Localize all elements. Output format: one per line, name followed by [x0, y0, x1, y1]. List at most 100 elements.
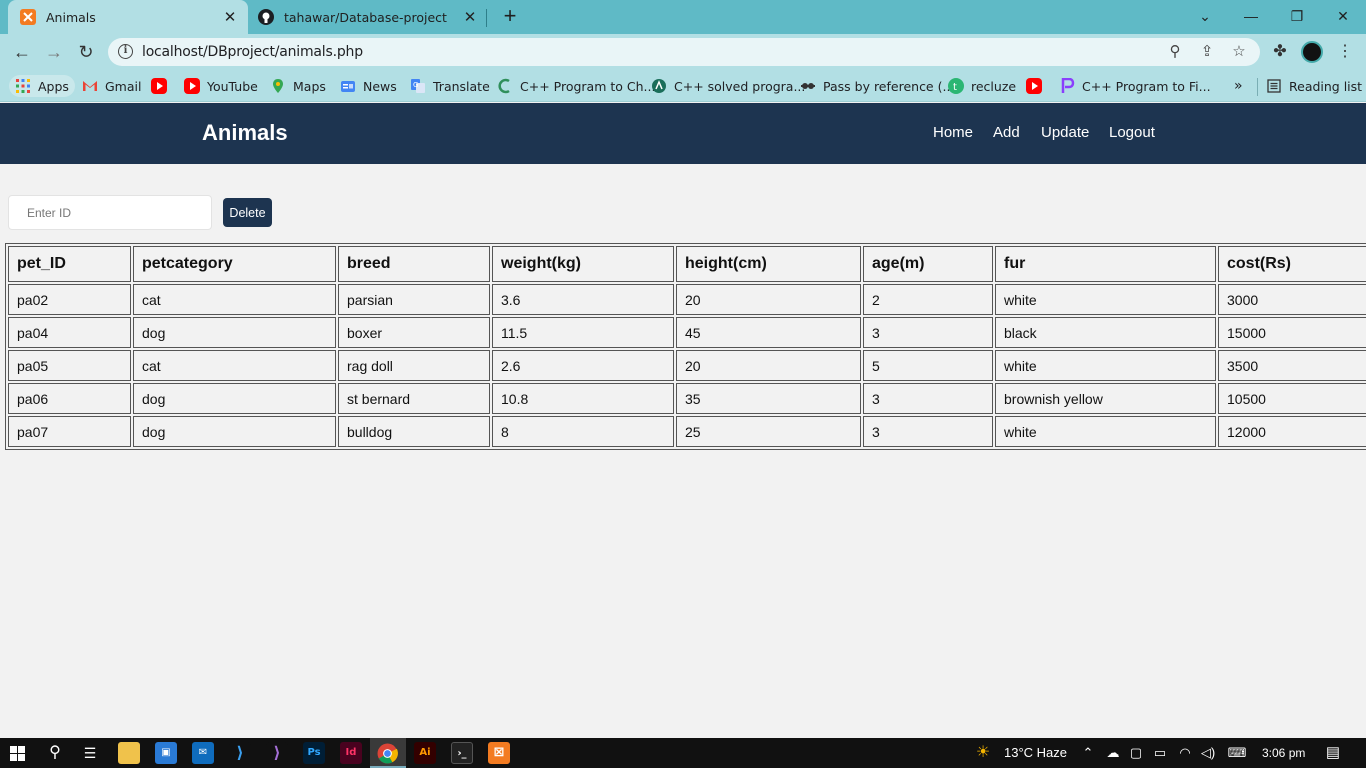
recluze-icon: t — [948, 78, 964, 94]
column-header: petcategory — [133, 246, 336, 282]
nav-add-link[interactable]: Add — [993, 103, 1020, 164]
table-cell: 35 — [676, 383, 861, 414]
table-cell: 2.6 — [492, 350, 674, 381]
photoshop-icon[interactable]: Ps — [303, 742, 325, 764]
profile-avatar[interactable] — [1301, 41, 1323, 63]
xampp-icon[interactable]: ⊠ — [488, 742, 510, 764]
pet-id-input[interactable] — [8, 195, 212, 230]
tab-search-icon[interactable]: ⌄ — [1191, 4, 1219, 28]
bookmark-cpp-solved[interactable]: C++ solved progra... — [651, 75, 805, 97]
bookmark-youtube-1[interactable] — [151, 75, 174, 97]
animals-table-container: pet_ID petcategory breed weight(kg) heig… — [5, 243, 1366, 450]
cpp-program-icon — [1061, 78, 1075, 93]
indesign-icon[interactable]: Id — [340, 742, 362, 764]
close-tab-icon[interactable]: ✕ — [218, 8, 242, 26]
table-cell: white — [995, 416, 1216, 447]
illustrator-icon[interactable]: Ai — [414, 742, 436, 764]
bookmark-pass-by-reference[interactable]: Pass by reference (... — [800, 75, 954, 97]
table-cell: 20 — [676, 284, 861, 315]
extensions-puzzle-icon[interactable]: ✤ — [1270, 42, 1290, 62]
delete-button[interactable]: Delete — [223, 198, 272, 227]
table-cell: 20 — [676, 350, 861, 381]
bookmark-cpp-program-fi[interactable]: C++ Program to Fi... — [1059, 75, 1211, 97]
bookmark-star-icon[interactable]: ☆ — [1230, 43, 1248, 61]
tab-github[interactable]: tahawar/Database-project ✕ — [248, 0, 488, 34]
microsoft-store-icon[interactable]: ▣ — [155, 742, 177, 764]
table-cell: 3500 — [1218, 350, 1366, 381]
clock-time[interactable]: 3:06 pm — [1262, 738, 1305, 768]
bookmark-maps[interactable]: Maps — [270, 75, 326, 97]
bookmark-gmail[interactable]: Gmail — [82, 75, 141, 97]
close-tab-icon[interactable]: ✕ — [458, 8, 482, 26]
table-header-row: pet_ID petcategory breed weight(kg) heig… — [8, 246, 1366, 282]
table-cell: dog — [133, 317, 336, 348]
bookmark-cpp-program-ch[interactable]: C++ Program to Ch... — [497, 75, 655, 97]
site-info-icon[interactable]: i — [118, 44, 133, 59]
youtube-icon — [184, 78, 200, 94]
tab-animals[interactable]: Animals ✕ — [8, 0, 248, 34]
nav-update-link[interactable]: Update — [1041, 103, 1089, 164]
windows-start-icon[interactable] — [10, 746, 25, 761]
bookmarks-overflow-button[interactable]: » — [1234, 75, 1243, 97]
nav-home-link[interactable]: Home — [933, 103, 973, 164]
bookmark-recluze[interactable]: t recluze — [948, 75, 1016, 97]
bookmark-youtube[interactable]: YouTube — [184, 75, 258, 97]
tab-strip: Animals ✕ tahawar/Database-project ✕ + ⌄… — [0, 0, 1366, 34]
chevron-up-icon[interactable]: ⌃ — [1080, 738, 1096, 768]
youtube-icon — [1026, 78, 1042, 94]
weather-haze-icon[interactable]: ☀ — [972, 738, 994, 768]
search-icon[interactable]: ⚲ — [44, 738, 66, 768]
table-cell: pa07 — [8, 416, 131, 447]
table-cell: 15000 — [1218, 317, 1366, 348]
share-icon[interactable]: ⇪ — [1198, 43, 1216, 61]
bookmark-apps[interactable]: Apps — [9, 75, 75, 97]
bookmark-youtube-2[interactable] — [1026, 75, 1049, 97]
task-view-icon[interactable]: ☰ — [79, 738, 101, 768]
table-cell: pa04 — [8, 317, 131, 348]
page-title: Animals — [202, 120, 288, 145]
nav-logout-link[interactable]: Logout — [1109, 103, 1155, 164]
meet-now-icon[interactable]: ▢ — [1128, 738, 1144, 768]
cpp-site-icon — [498, 78, 510, 94]
bookmarks-bar: Apps Gmail YouTube Maps News G Translate… — [0, 70, 1366, 102]
bookmark-label: Maps — [293, 78, 326, 94]
weather-text[interactable]: 13°C Haze — [1004, 738, 1067, 768]
file-explorer-icon[interactable] — [118, 742, 140, 764]
youtube-icon — [151, 78, 167, 94]
table-cell: 3000 — [1218, 284, 1366, 315]
address-bar[interactable]: i localhost/DBproject/animals.php ⚲ ⇪ ☆ — [108, 38, 1260, 66]
svg-text:t: t — [953, 82, 957, 93]
back-arrow-icon[interactable]: ← — [9, 39, 35, 65]
keyboard-icon[interactable]: ⌨ — [1224, 738, 1250, 768]
restore-icon[interactable]: ❐ — [1283, 4, 1311, 28]
bookmark-label: Translate — [433, 78, 490, 94]
url-text[interactable]: localhost/DBproject/animals.php — [142, 38, 363, 66]
visual-studio-icon[interactable]: ⟩ — [266, 742, 288, 764]
table-cell: 12000 — [1218, 416, 1366, 447]
bookmark-translate[interactable]: G Translate — [410, 75, 490, 97]
table-row: pa05 cat rag doll 2.6 20 5 white 3500 — [8, 350, 1366, 381]
menu-kebab-icon[interactable]: ⋮ — [1335, 42, 1355, 62]
notifications-icon[interactable]: ▤ — [1323, 738, 1343, 768]
zoom-icon[interactable]: ⚲ — [1166, 43, 1184, 61]
vscode-icon[interactable]: ⟩ — [229, 742, 251, 764]
reading-list-button[interactable]: Reading list — [1266, 75, 1362, 97]
table-cell: white — [995, 350, 1216, 381]
wifi-icon[interactable]: ◠ — [1176, 738, 1194, 768]
close-window-icon[interactable]: ✕ — [1329, 4, 1357, 28]
new-tab-button[interactable]: + — [499, 5, 521, 27]
forward-arrow-icon[interactable]: → — [41, 39, 67, 65]
bookmark-news[interactable]: News — [340, 75, 397, 97]
minimize-icon[interactable]: — — [1237, 4, 1265, 28]
reload-icon[interactable]: ↻ — [73, 39, 99, 65]
terminal-icon[interactable]: ›_ — [451, 742, 473, 764]
table-cell: 10500 — [1218, 383, 1366, 414]
chrome-icon[interactable] — [377, 743, 398, 764]
animals-table: pet_ID petcategory breed weight(kg) heig… — [5, 243, 1366, 450]
volume-icon[interactable]: ◁) — [1199, 738, 1217, 768]
onedrive-cloud-icon[interactable]: ☁ — [1104, 738, 1122, 768]
mail-icon[interactable]: ✉ — [192, 742, 214, 764]
pass-by-reference-icon — [801, 83, 815, 89]
battery-icon[interactable]: ▭ — [1151, 738, 1169, 768]
column-header: cost(Rs) — [1218, 246, 1366, 282]
